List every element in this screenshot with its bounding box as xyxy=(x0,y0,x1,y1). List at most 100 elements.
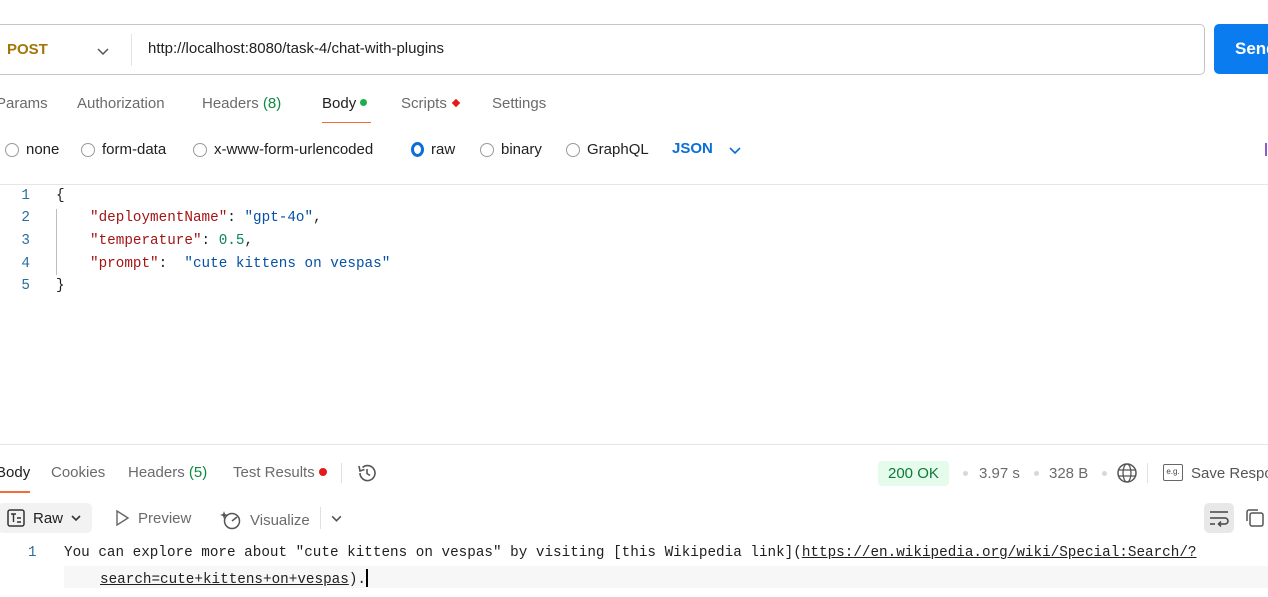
pane-divider[interactable] xyxy=(0,444,1268,445)
indent-guide xyxy=(56,209,57,275)
send-button[interactable]: Send xyxy=(1214,24,1268,74)
divider xyxy=(131,34,132,66)
preview-button[interactable]: Preview xyxy=(114,509,191,527)
radio-none[interactable]: none xyxy=(5,141,59,158)
line-number: 5 xyxy=(21,278,30,294)
raw-view-select[interactable]: Raw xyxy=(0,503,92,533)
line-number: 1 xyxy=(28,545,37,561)
method-select[interactable]: POST xyxy=(7,41,48,58)
response-link[interactable]: https://en.wikipedia.org/wiki/Special:Se… xyxy=(802,545,1197,561)
copy-icon[interactable] xyxy=(1244,507,1266,529)
tab-body[interactable]: Body xyxy=(322,95,368,112)
top-border xyxy=(0,0,1268,1)
response-size[interactable]: 328 B xyxy=(1049,465,1088,482)
radio-label: raw xyxy=(431,141,456,158)
url-input[interactable]: http://localhost:8080/task-4/chat-with-p… xyxy=(148,40,444,57)
json-sep: : xyxy=(201,233,219,249)
divider xyxy=(341,463,342,483)
active-tab-underline xyxy=(322,122,371,123)
tab-label: Scripts xyxy=(401,95,447,112)
json-key: "temperature" xyxy=(90,233,202,249)
chevron-down-icon[interactable] xyxy=(330,512,343,525)
active-tab-underline xyxy=(0,491,30,493)
tab-label: Body xyxy=(0,464,31,481)
save-response-button[interactable]: Save Response xyxy=(1191,465,1268,482)
headers-count: (5) xyxy=(188,464,208,481)
chevron-down-icon[interactable] xyxy=(96,44,110,58)
separator-dot xyxy=(963,471,968,476)
response-tab-body[interactable]: Body xyxy=(0,464,30,481)
language-select[interactable]: JSON xyxy=(672,140,713,157)
json-comma: , xyxy=(244,233,254,249)
tab-label: Test Results xyxy=(233,464,315,481)
radio-selected-icon xyxy=(411,142,424,157)
json-sep: : xyxy=(158,256,185,272)
divider xyxy=(320,507,321,529)
json-value: "gpt-4o" xyxy=(244,210,314,226)
line-number: 3 xyxy=(21,233,30,249)
radio-form-data[interactable]: form-data xyxy=(81,141,166,158)
globe-icon[interactable] xyxy=(1116,462,1138,484)
line-number: 1 xyxy=(21,188,30,204)
chevron-down-icon[interactable] xyxy=(728,143,742,157)
play-icon xyxy=(116,509,130,527)
text-format-icon xyxy=(7,509,25,527)
code-line: } xyxy=(56,278,65,294)
test-results-indicator-dot xyxy=(318,468,327,476)
separator-dot xyxy=(1034,471,1039,476)
radio-binary[interactable]: binary xyxy=(480,141,542,158)
radio-label: binary xyxy=(501,141,542,158)
tab-settings[interactable]: Settings xyxy=(492,95,546,112)
tab-label: Authorization xyxy=(77,95,165,112)
code-line: "prompt": "cute kittens on vespas" xyxy=(90,256,390,272)
response-text: ). xyxy=(348,572,366,588)
code-line: "temperature": 0.5, xyxy=(90,233,253,249)
example-icon: e.g. xyxy=(1163,464,1183,481)
radio-icon xyxy=(5,142,19,157)
tab-headers[interactable]: Headers (8) xyxy=(202,95,281,112)
json-comma: , xyxy=(313,210,322,226)
tab-authorization[interactable]: Authorization xyxy=(77,95,165,112)
radio-icon xyxy=(193,142,207,157)
divider xyxy=(0,184,1268,185)
separator-dot xyxy=(1102,471,1107,476)
status-badge[interactable]: 200 OK xyxy=(878,461,949,486)
tab-label: Settings xyxy=(492,95,547,112)
radio-label: GraphQL xyxy=(587,141,649,158)
tab-label: Body xyxy=(322,95,357,112)
tab-label: Cookies xyxy=(51,464,106,481)
response-time[interactable]: 3.97 s xyxy=(979,465,1020,482)
visualize-label: Visualize xyxy=(250,511,310,529)
tab-label: Headers xyxy=(128,464,185,481)
code-line: "deploymentName": "gpt-4o", xyxy=(90,210,322,226)
json-key: "deploymentName" xyxy=(90,210,228,226)
raw-label: Raw xyxy=(33,509,64,527)
tab-params[interactable]: Params xyxy=(0,95,48,112)
tab-scripts[interactable]: Scripts xyxy=(401,95,461,112)
line-number: 4 xyxy=(21,256,30,272)
code-line: { xyxy=(56,188,65,204)
headers-count: (8) xyxy=(262,95,282,112)
response-tab-headers[interactable]: Headers (5) xyxy=(128,464,207,481)
body-indicator-dot xyxy=(360,99,368,106)
line-number: 2 xyxy=(21,210,30,226)
json-value: 0.5 xyxy=(218,233,245,249)
radio-graphql[interactable]: GraphQL xyxy=(566,141,649,158)
wrap-icon xyxy=(1210,511,1229,528)
response-link[interactable]: search=cute+kittens+on+vespas xyxy=(100,572,349,588)
wrap-lines-button[interactable] xyxy=(1204,503,1234,533)
visualize-button[interactable]: Visualize xyxy=(220,509,310,531)
send-label: Send xyxy=(1235,39,1268,58)
radio-x-www-form-urlencoded[interactable]: x-www-form-urlencoded xyxy=(193,141,373,158)
divider xyxy=(1147,463,1148,483)
radio-raw[interactable]: raw xyxy=(411,141,455,158)
radio-icon xyxy=(81,142,95,157)
history-icon[interactable] xyxy=(356,462,378,484)
tab-label: Params xyxy=(0,95,48,112)
response-tab-test-results[interactable]: Test Results xyxy=(233,464,327,481)
scripts-indicator-icon xyxy=(451,98,461,108)
response-tab-cookies[interactable]: Cookies xyxy=(51,464,105,481)
json-value: "cute kittens on vespas" xyxy=(184,256,391,272)
response-line: You can explore more about "cute kittens… xyxy=(64,545,1197,561)
response-text: You can explore more about "cute kittens… xyxy=(64,545,802,561)
